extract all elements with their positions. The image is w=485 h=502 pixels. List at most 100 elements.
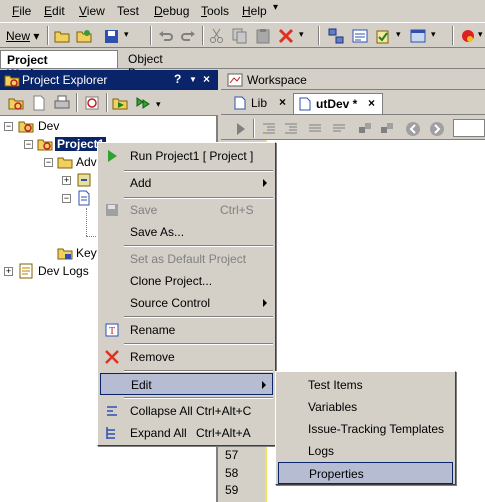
line-number: 59 <box>225 483 239 497</box>
project-explorer-icon <box>4 75 20 87</box>
menu-debug[interactable]: Debug <box>154 4 189 18</box>
menu-item-run-project[interactable]: Run Project1 [ Project ] <box>100 145 273 167</box>
menu-item-set-default[interactable]: Set as Default Project <box>100 248 273 270</box>
menu-separator <box>124 316 273 318</box>
editor-toolbar <box>221 116 485 140</box>
open-folder-icon[interactable] <box>52 26 72 46</box>
uncomment-icon[interactable] <box>329 119 349 139</box>
menu-item-add[interactable]: Add <box>100 172 273 194</box>
open-recent-icon[interactable] <box>74 26 94 46</box>
undo-icon[interactable] <box>156 26 176 46</box>
toolbar-separator <box>202 26 204 45</box>
delete-icon[interactable] <box>276 26 296 46</box>
document-icon <box>299 97 311 111</box>
menu-edit[interactable]: Edit <box>44 4 65 18</box>
find-input[interactable] <box>453 119 485 137</box>
run-all-icon[interactable] <box>134 93 154 113</box>
collapse-icon[interactable]: − <box>62 194 71 203</box>
workspace-icon <box>227 73 243 87</box>
back-icon[interactable] <box>403 119 423 139</box>
menu-help[interactable]: Help <box>242 4 267 18</box>
outdent-icon[interactable] <box>259 119 279 139</box>
new-item-icon[interactable] <box>29 93 49 113</box>
tab-lib[interactable]: Lib × <box>229 93 293 114</box>
collapse-icon[interactable]: − <box>44 158 53 167</box>
menu-item-source-control[interactable]: Source Control <box>100 292 273 314</box>
submenu-item-issue-tracking-templates[interactable]: Issue-Tracking Templates <box>278 418 453 440</box>
checklist-dropdown-icon[interactable]: ▾ <box>396 29 401 40</box>
bookmark-clear-icon[interactable] <box>377 119 397 139</box>
run-icon[interactable] <box>110 93 130 113</box>
window-icon[interactable] <box>408 26 428 46</box>
checklist-icon[interactable] <box>373 26 393 46</box>
save-all-icon[interactable] <box>102 26 122 46</box>
copy-icon[interactable] <box>230 26 250 46</box>
indent-icon[interactable] <box>281 119 301 139</box>
tree-node-dev[interactable]: − Dev <box>0 118 218 134</box>
submenu-item-variables[interactable]: Variables <box>278 396 453 418</box>
collapse-icon[interactable]: − <box>4 122 13 131</box>
record-dropdown-icon[interactable]: ▾ <box>478 29 483 40</box>
remove-icon <box>105 350 119 364</box>
menu-item-clone[interactable]: Clone Project... <box>100 270 273 292</box>
line-number: 57 <box>225 448 239 462</box>
menu-file[interactable]: File <box>12 4 31 18</box>
record-icon[interactable] <box>458 26 478 46</box>
cut-icon[interactable] <box>207 26 227 46</box>
expand-icon[interactable]: + <box>4 267 13 276</box>
menu-item-save-as[interactable]: Save As... <box>100 221 273 243</box>
delete-dropdown-icon[interactable]: ▾ <box>299 29 304 40</box>
save-dropdown-icon[interactable]: ▾ <box>124 29 129 40</box>
bookmark-icon[interactable] <box>355 119 375 139</box>
main-toolbar: New ▾ ▾ ▾ ▾ ▾ ▾ <box>0 22 485 48</box>
menubar-overflow-icon[interactable]: ▾ <box>273 2 278 13</box>
toolbar-separator <box>452 26 454 45</box>
redo-icon[interactable] <box>178 26 198 46</box>
stop-icon[interactable] <box>82 93 102 113</box>
menu-item-edit[interactable]: Edit <box>100 373 273 395</box>
menu-test[interactable]: Test <box>117 4 139 18</box>
menu-item-collapse-all[interactable]: Collapse All Ctrl+Alt+C <box>100 400 273 422</box>
run-dropdown-icon[interactable]: ▾ <box>156 99 161 110</box>
pin-icon[interactable]: ▼ <box>189 75 197 84</box>
svg-text:T: T <box>109 326 115 337</box>
document-icon <box>234 96 246 110</box>
menu-tools[interactable]: Tools <box>201 4 229 18</box>
menu-item-rename[interactable]: T Rename <box>100 319 273 341</box>
menu-item-remove[interactable]: Remove <box>100 346 273 368</box>
properties-icon[interactable] <box>350 26 370 46</box>
project-tree-icon[interactable] <box>326 26 346 46</box>
play-icon[interactable] <box>231 119 251 139</box>
forward-icon[interactable] <box>427 119 447 139</box>
tab-object-browser[interactable]: Object Browser <box>122 50 212 80</box>
submenu-item-properties[interactable]: Properties <box>278 462 453 484</box>
project-icon[interactable] <box>6 93 26 113</box>
submenu-item-logs[interactable]: Logs <box>278 440 453 462</box>
menu-item-save[interactable]: Save Ctrl+S <box>100 199 273 221</box>
submenu-item-test-items[interactable]: Test Items <box>278 374 453 396</box>
toolbar-separator <box>106 93 108 112</box>
comment-icon[interactable] <box>305 119 325 139</box>
menu-item-expand-all[interactable]: Expand All Ctrl+Alt+A <box>100 422 273 444</box>
close-panel-button[interactable]: × <box>203 72 210 86</box>
tab-project-workspace[interactable]: Project Workspace <box>0 50 118 81</box>
tree-line <box>86 236 96 237</box>
print-icon[interactable] <box>52 93 72 113</box>
item-icon <box>77 173 91 187</box>
menu-view[interactable]: View <box>79 4 105 18</box>
menu-separator <box>124 245 273 247</box>
menu-bar: File Edit View Test Debug Tools Help ▾ <box>0 0 485 22</box>
expand-all-icon <box>106 427 115 439</box>
close-tab-icon[interactable]: × <box>368 96 375 110</box>
tab-utdev[interactable]: utDev * × <box>293 93 383 114</box>
paste-icon[interactable] <box>253 26 273 46</box>
new-button[interactable]: New ▾ <box>6 29 39 43</box>
project-explorer-title: Project Explorer <box>22 73 108 87</box>
help-button[interactable]: ? <box>174 72 181 86</box>
save-icon <box>106 204 118 216</box>
window-dropdown-icon[interactable]: ▾ <box>431 29 436 40</box>
expand-icon[interactable]: + <box>62 176 71 185</box>
collapse-icon[interactable]: − <box>24 140 33 149</box>
close-tab-icon[interactable]: × <box>279 95 286 109</box>
menu-separator <box>124 370 273 372</box>
